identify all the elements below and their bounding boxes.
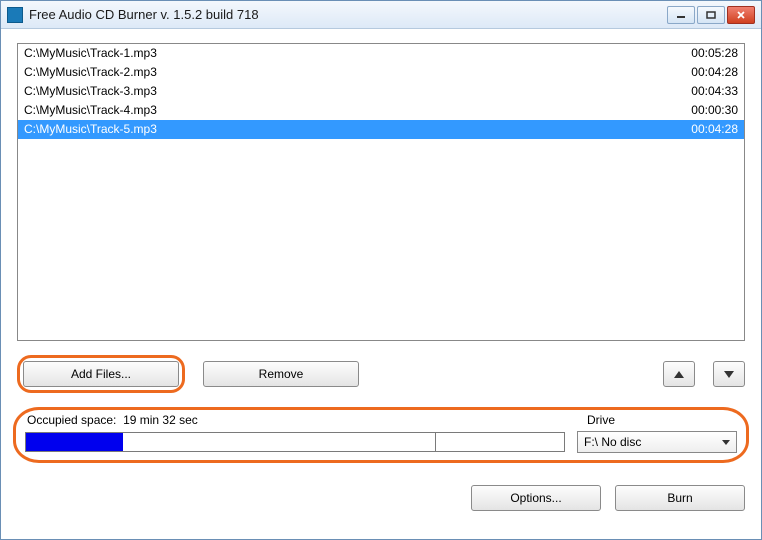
file-duration: 00:04:28 bbox=[691, 121, 738, 138]
remove-button[interactable]: Remove bbox=[203, 361, 359, 387]
drive-selected-value: F:\ No disc bbox=[584, 435, 641, 449]
file-path: C:\MyMusic\Track-2.mp3 bbox=[24, 64, 157, 81]
file-path: C:\MyMusic\Track-4.mp3 bbox=[24, 102, 157, 119]
arrow-down-icon bbox=[724, 371, 734, 378]
app-window: Free Audio CD Burner v. 1.5.2 build 718 … bbox=[0, 0, 762, 540]
file-row[interactable]: C:\MyMusic\Track-2.mp3 00:04:28 bbox=[18, 63, 744, 82]
space-drive-section: Occupied space: 19 min 32 sec Drive F:\ … bbox=[17, 409, 745, 461]
occupied-space-label: Occupied space: 19 min 32 sec bbox=[27, 413, 198, 427]
options-button[interactable]: Options... bbox=[471, 485, 601, 511]
arrow-up-icon bbox=[674, 371, 684, 378]
window-title: Free Audio CD Burner v. 1.5.2 build 718 bbox=[29, 7, 667, 22]
space-drive-labels: Occupied space: 19 min 32 sec Drive bbox=[25, 413, 737, 427]
file-path: C:\MyMusic\Track-1.mp3 bbox=[24, 45, 157, 62]
file-row[interactable]: C:\MyMusic\Track-4.mp3 00:00:30 bbox=[18, 101, 744, 120]
add-files-button[interactable]: Add Files... bbox=[23, 361, 179, 387]
move-down-button[interactable] bbox=[713, 361, 745, 387]
content-area: C:\MyMusic\Track-1.mp300:05:28C:\MyMusic… bbox=[1, 29, 761, 539]
file-duration: 00:04:33 bbox=[691, 83, 738, 100]
minimize-button[interactable] bbox=[667, 6, 695, 24]
occupied-progress bbox=[25, 432, 565, 452]
highlight-add-files: Add Files... bbox=[17, 355, 185, 393]
bottom-buttons-row: Options... Burn bbox=[17, 485, 745, 511]
file-list[interactable]: C:\MyMusic\Track-1.mp300:05:28C:\MyMusic… bbox=[17, 43, 745, 341]
file-duration: 00:00:30 bbox=[691, 102, 738, 119]
close-button[interactable] bbox=[727, 6, 755, 24]
progress-tick bbox=[435, 433, 436, 451]
move-up-button[interactable] bbox=[663, 361, 695, 387]
file-duration: 00:05:28 bbox=[691, 45, 738, 62]
progress-fill bbox=[26, 433, 123, 451]
file-duration: 00:04:28 bbox=[691, 64, 738, 81]
file-row[interactable]: C:\MyMusic\Track-1.mp3 00:05:28 bbox=[18, 44, 744, 63]
file-buttons-row: Add Files... Remove bbox=[17, 355, 745, 393]
progress-row: F:\ No disc bbox=[25, 431, 737, 453]
file-row[interactable]: C:\MyMusic\Track-5.mp3 00:04:28 bbox=[18, 120, 744, 139]
window-controls bbox=[667, 6, 755, 24]
file-path: C:\MyMusic\Track-5.mp3 bbox=[24, 121, 157, 138]
chevron-down-icon bbox=[722, 440, 730, 445]
app-icon bbox=[7, 7, 23, 23]
file-row[interactable]: C:\MyMusic\Track-3.mp3 00:04:33 bbox=[18, 82, 744, 101]
maximize-icon bbox=[706, 11, 716, 19]
burn-button[interactable]: Burn bbox=[615, 485, 745, 511]
titlebar: Free Audio CD Burner v. 1.5.2 build 718 bbox=[1, 1, 761, 29]
minimize-icon bbox=[676, 11, 686, 19]
drive-label: Drive bbox=[587, 413, 615, 427]
drive-select[interactable]: F:\ No disc bbox=[577, 431, 737, 453]
close-icon bbox=[736, 11, 746, 19]
maximize-button[interactable] bbox=[697, 6, 725, 24]
file-path: C:\MyMusic\Track-3.mp3 bbox=[24, 83, 157, 100]
